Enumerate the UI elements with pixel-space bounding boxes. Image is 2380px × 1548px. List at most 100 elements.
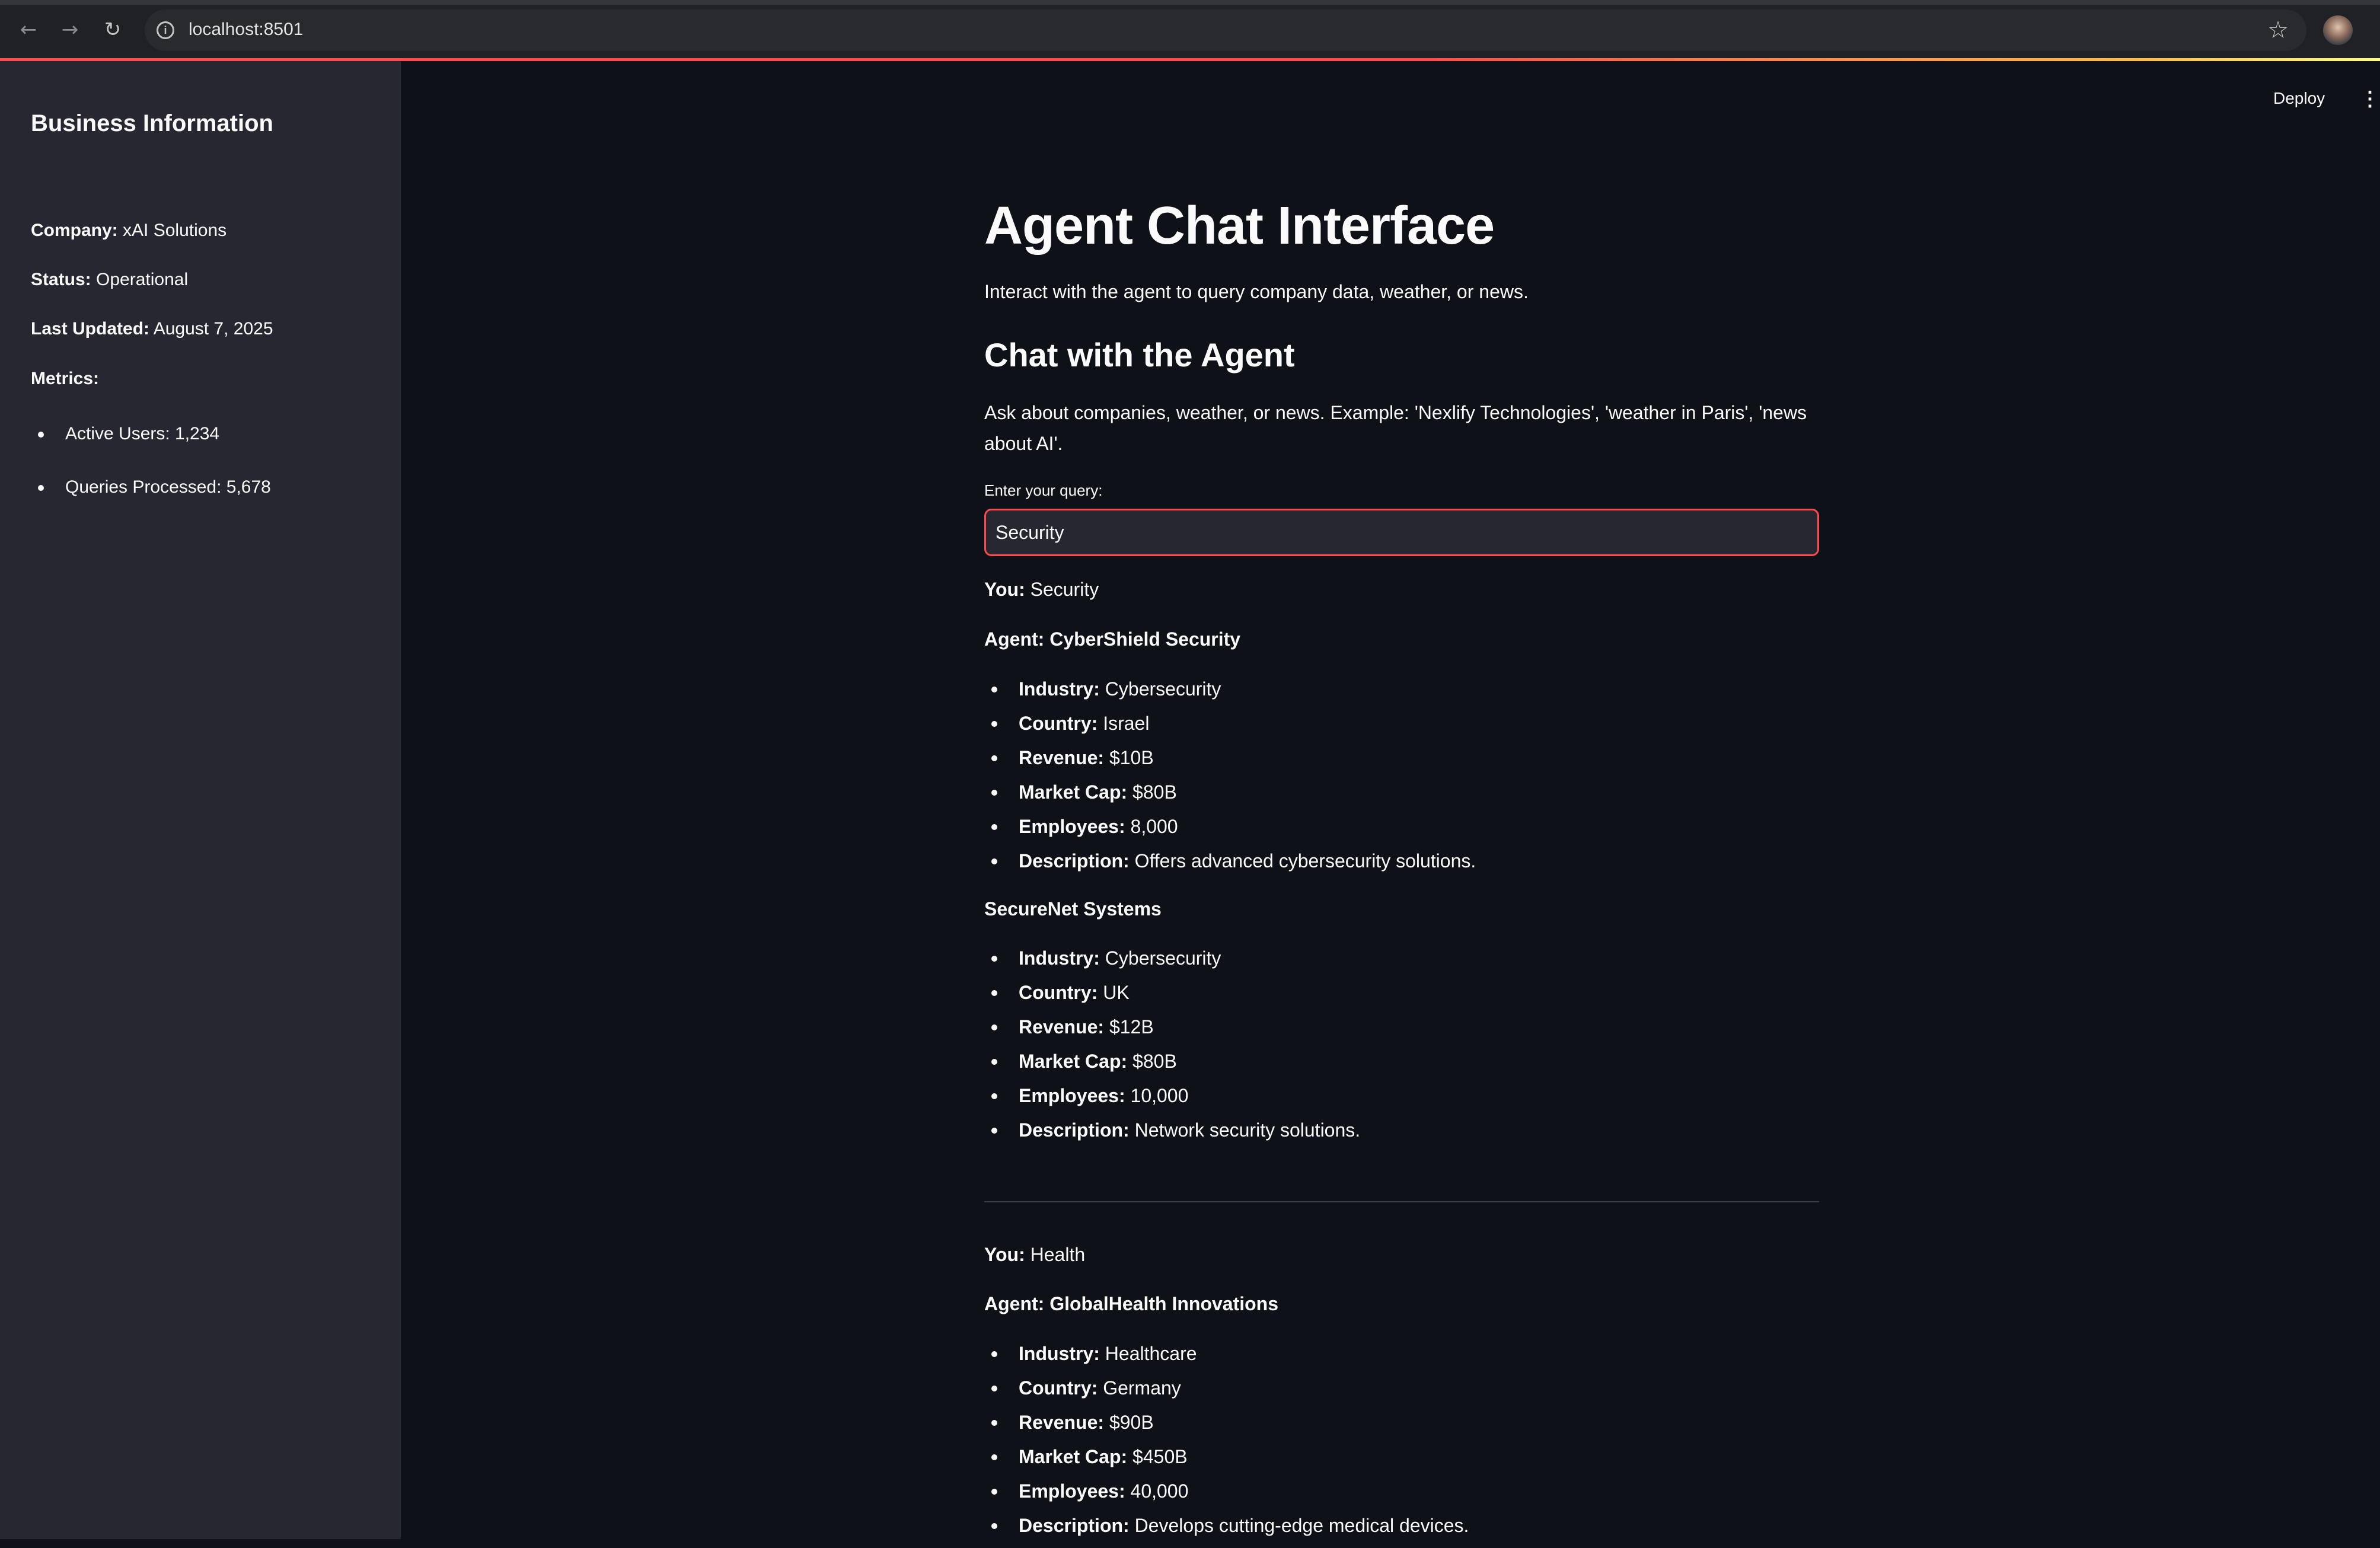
detail-label: Employees: [1019,1480,1125,1502]
detail-market-cap: Market Cap: $80B [984,1049,1360,1084]
company-details: Industry: Healthcare Country: Germany Re… [984,1342,1469,1548]
sidebar-status: Status: Operational [31,270,188,290]
page-subtitle: Interact with the agent to query company… [984,281,1529,302]
company-name: Agent: CyberShield Security [984,628,1241,650]
sidebar-company: Company: xAI Solutions [31,221,226,241]
detail-label: Market Cap: [1019,1051,1128,1072]
detail-value: Israel [1103,713,1150,734]
detail-label: Employees: [1019,1085,1125,1106]
detail-value: Cybersecurity [1105,678,1221,700]
detail-market-cap: Market Cap: $450B [984,1445,1469,1479]
detail-value: 10,000 [1130,1085,1189,1106]
detail-label: Country: [1019,982,1098,1003]
back-arrow-icon[interactable]: ← [14,15,43,44]
forward-arrow-icon[interactable]: → [56,15,84,44]
detail-country: Country: Israel [984,711,1476,746]
detail-industry: Industry: Cybersecurity [984,946,1360,981]
detail-label: Country: [1019,1377,1098,1399]
detail-description: Description: Network security solutions. [984,1118,1360,1153]
detail-value: $450B [1132,1446,1188,1467]
company-name: SecureNet Systems [984,898,1162,920]
detail-industry: Industry: Healthcare [984,1342,1469,1376]
conversation-divider [984,1201,1819,1202]
company-details: Industry: Cybersecurity Country: Israel … [984,677,1476,883]
sidebar-updated-label: Last Updated: [31,319,150,339]
user-message: You: Health [984,1244,1085,1266]
detail-label: Description: [1019,850,1130,872]
tab-strip [0,0,2380,5]
deploy-button[interactable]: Deploy [2273,89,2325,108]
company-name: Agent: GlobalHealth Innovations [984,1293,1279,1314]
sidebar-status-label: Status: [31,270,91,289]
you-label: You: [984,1244,1025,1265]
detail-value: $80B [1132,781,1177,803]
detail-employees: Employees: 10,000 [984,1084,1360,1118]
url-text[interactable]: localhost:8501 [189,20,303,40]
browser-toolbar: ← → ↻ i localhost:8501 ☆ [0,0,2380,59]
you-label: You: [984,579,1025,600]
user-query: Security [1030,579,1099,600]
chat-description: Ask about companies, weather, or news. E… [984,402,1807,454]
detail-value: Cybersecurity [1105,947,1221,969]
more-menu-icon[interactable]: ⋮ [2360,89,2380,109]
detail-label: Industry: [1019,1343,1100,1364]
sidebar-title: Business Information [31,110,273,136]
bookmark-star-icon[interactable]: ☆ [2267,17,2289,44]
detail-description: Description: Develops cutting-edge medic… [984,1514,1469,1548]
detail-label: Market Cap: [1019,1446,1128,1467]
sidebar-metrics-heading: Metrics: [31,369,100,388]
detail-value: Offers advanced cybersecurity solutions. [1134,850,1476,872]
detail-value: Healthcare [1105,1343,1197,1364]
detail-label: Market Cap: [1019,781,1128,803]
detail-label: Description: [1019,1515,1130,1536]
detail-value: $80B [1132,1051,1177,1072]
sidebar-status-value: Operational [96,270,189,289]
detail-value: 40,000 [1130,1480,1189,1502]
detail-value: $90B [1109,1412,1154,1433]
detail-value: UK [1103,982,1130,1003]
user-message: You: Security [984,579,1099,601]
detail-label: Revenue: [1019,1016,1105,1038]
detail-value: Develops cutting-edge medical devices. [1134,1515,1469,1536]
sidebar-company-value: xAI Solutions [123,221,227,240]
detail-employees: Employees: 8,000 [984,815,1476,849]
detail-label: Industry: [1019,678,1100,700]
detail-country: Country: Germany [984,1376,1469,1410]
sidebar-metrics-label: Metrics: [31,369,99,389]
detail-revenue: Revenue: $90B [984,1410,1469,1445]
profile-avatar[interactable] [2323,15,2353,45]
detail-revenue: Revenue: $12B [984,1015,1360,1049]
metric-item: Queries Processed: 5,678 [31,475,271,529]
detail-revenue: Revenue: $10B [984,746,1476,780]
user-query: Health [1030,1244,1086,1265]
site-info-icon[interactable]: i [157,21,174,39]
sidebar-company-label: Company: [31,221,118,240]
detail-label: Description: [1019,1119,1130,1141]
company-details: Industry: Cybersecurity Country: UK Reve… [984,946,1360,1153]
detail-label: Industry: [1019,947,1100,969]
detail-value: Germany [1103,1377,1181,1399]
query-input-label: Enter your query: [984,481,1103,499]
detail-label: Revenue: [1019,1412,1105,1433]
detail-industry: Industry: Cybersecurity [984,677,1476,711]
chat-heading: Chat with the Agent [984,336,1295,374]
address-bar[interactable]: i localhost:8501 ☆ [145,9,2306,51]
detail-value: $10B [1109,747,1154,768]
detail-value: Network security solutions. [1134,1119,1361,1141]
sidebar-metrics-list: Active Users: 1,234 Queries Processed: 5… [31,422,271,529]
metric-item: Active Users: 1,234 [31,422,271,475]
query-input[interactable] [984,509,1819,556]
detail-market-cap: Market Cap: $80B [984,780,1476,815]
detail-label: Employees: [1019,816,1125,837]
detail-employees: Employees: 40,000 [984,1479,1469,1514]
page-title: Agent Chat Interface [984,196,1495,256]
reload-icon[interactable]: ↻ [98,15,127,44]
detail-label: Country: [1019,713,1098,734]
detail-label: Revenue: [1019,747,1105,768]
sidebar-last-updated: Last Updated: August 7, 2025 [31,319,273,339]
detail-value: 8,000 [1130,816,1178,837]
detail-country: Country: UK [984,981,1360,1015]
sidebar-updated-value: August 7, 2025 [153,319,273,339]
detail-value: $12B [1109,1016,1154,1038]
detail-description: Description: Offers advanced cybersecuri… [984,849,1476,883]
